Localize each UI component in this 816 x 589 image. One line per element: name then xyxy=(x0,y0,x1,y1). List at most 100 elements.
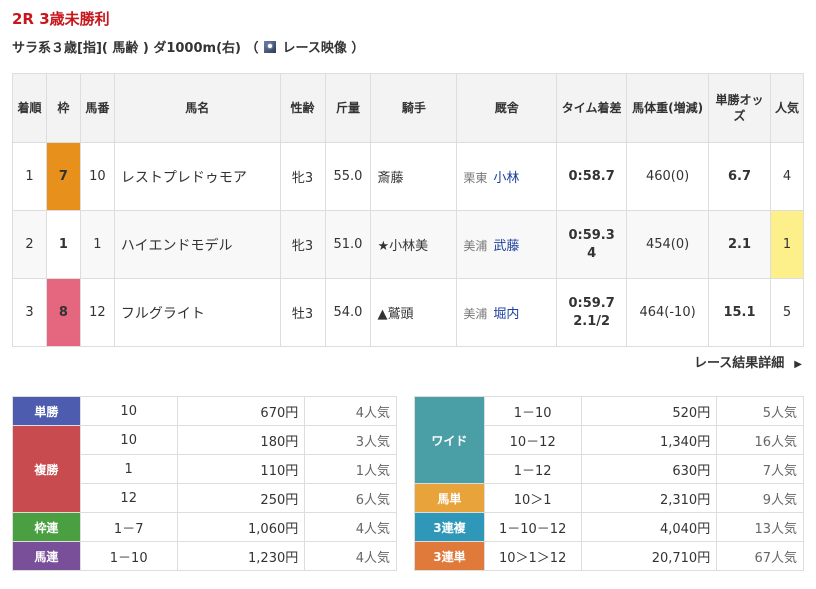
payout-popularity: 4人気 xyxy=(304,512,397,542)
payout-amount: 20,710円 xyxy=(580,541,718,571)
payout-row-uma: 馬連 1－10 1,230円 4人気 xyxy=(12,541,397,571)
video-icon[interactable] xyxy=(264,40,277,53)
payout-combo: 10－12 xyxy=(483,425,582,455)
conditions-text: サラ系３歳[指]( 馬齢 ) ダ1000m(右) （ xyxy=(12,41,259,56)
payout-popularity: 4人気 xyxy=(304,396,397,426)
payout-amount: 1,230円 xyxy=(176,541,306,571)
horse-name-link[interactable]: フルグライト xyxy=(113,278,281,347)
payout-popularity: 1人気 xyxy=(304,454,397,484)
bet-type-label: 馬単 xyxy=(414,483,485,513)
win-odds: 6.7 xyxy=(708,142,771,211)
win-odds: 15.1 xyxy=(708,278,771,347)
payout-row-wide: ワイド 1－10 520円 5人気 xyxy=(414,396,804,484)
header-time: タイム着差 xyxy=(556,73,628,143)
payout-popularity: 6人気 xyxy=(304,483,397,513)
payout-row-tan: 単勝 10 670円 4人気 xyxy=(12,396,397,426)
jockey-link[interactable]: ▲鷲頭 xyxy=(370,278,458,347)
header-waku: 枠 xyxy=(45,73,81,143)
bet-type-label: 馬連 xyxy=(12,541,81,571)
chevron-right-icon: ▶ xyxy=(794,359,802,370)
payout-popularity: 4人気 xyxy=(304,541,397,571)
trainer-cell: 美浦 堀内 xyxy=(456,278,558,347)
payout-amount: 630円 xyxy=(580,454,718,484)
horse-number: 10 xyxy=(79,142,115,211)
payout-popularity: 9人気 xyxy=(716,483,804,513)
horse-number: 12 xyxy=(79,278,115,347)
time-cell: 0:59.3 4 xyxy=(556,210,628,279)
payout-popularity: 13人気 xyxy=(716,512,804,542)
payout-amount: 1,340円 xyxy=(580,425,718,455)
trainer-link[interactable]: 武藤 xyxy=(493,239,519,254)
payout-popularity: 5人気 xyxy=(716,396,804,426)
margin: 2.1/2 xyxy=(573,313,611,329)
header-name: 馬名 xyxy=(113,73,281,143)
sex-age: 牝3 xyxy=(279,142,326,211)
time-cell: 0:58.7 xyxy=(556,142,628,211)
payout-amount: 180円 xyxy=(176,425,306,455)
trainer-area: 美浦 xyxy=(463,307,488,321)
header-jockey: 騎手 xyxy=(370,73,458,143)
sex-age: 牡3 xyxy=(279,278,326,347)
payout-row-waku: 枠連 1－7 1,060円 4人気 xyxy=(12,512,397,542)
race-conditions: サラ系３歳[指]( 馬齢 ) ダ1000m(右) （ レース映像 ） xyxy=(12,37,364,56)
payout-table-right: ワイド 1－10 520円 5人気 10－12 1,340円 16人気 1－12… xyxy=(414,396,804,571)
finish-time: 0:59.7 xyxy=(568,295,615,311)
close-paren: ） xyxy=(346,41,365,56)
body-weight: 460(0) xyxy=(626,142,710,211)
body-weight: 464(-10) xyxy=(626,278,710,347)
race-video-link[interactable]: レース映像 xyxy=(282,37,346,56)
jockey-link[interactable]: 斎藤 xyxy=(370,142,458,211)
sex-age: 牝3 xyxy=(279,210,326,279)
trainer-link[interactable]: 小林 xyxy=(493,171,519,186)
waku-badge: 7 xyxy=(45,142,81,211)
bet-type-label: 3連複 xyxy=(414,512,485,542)
payout-amount: 110円 xyxy=(176,454,306,484)
horse-number: 1 xyxy=(79,210,115,279)
rank: 1 xyxy=(12,142,47,211)
popularity: 1 xyxy=(769,210,805,279)
bet-type-label: 複勝 xyxy=(12,425,81,513)
payout-combo: 1－12 xyxy=(483,454,582,484)
popularity: 5 xyxy=(769,278,805,347)
carried-weight: 54.0 xyxy=(324,278,372,347)
finish-time: 0:58.7 xyxy=(568,168,615,184)
trainer-cell: 栗東 小林 xyxy=(456,142,558,211)
header-bodyweight: 馬体重(増減) xyxy=(626,73,710,143)
waku-badge: 1 xyxy=(45,210,81,279)
header-odds: 単勝オッズ xyxy=(708,73,771,143)
payout-row-sanrentan: 3連単 10＞1＞12 20,710円 67人気 xyxy=(414,541,804,571)
payout-amount: 520円 xyxy=(580,396,718,426)
result-row: 1 7 10 レストプレドゥモア 牝3 55.0 斎藤 栗東 小林 0:58.7 … xyxy=(12,142,805,211)
race-detail-link[interactable]: レース結果詳細 ▶ xyxy=(694,352,802,371)
trainer-link[interactable]: 堀内 xyxy=(493,307,519,322)
popularity: 4 xyxy=(769,142,805,211)
payout-popularity: 7人気 xyxy=(716,454,804,484)
payout-row-fuku: 複勝 10 180円 3人気 xyxy=(12,425,397,513)
horse-name-link[interactable]: レストプレドゥモア xyxy=(113,142,281,211)
time-cell: 0:59.7 2.1/2 xyxy=(556,278,628,347)
payout-combo: 1－7 xyxy=(79,512,178,542)
body-weight: 454(0) xyxy=(626,210,710,279)
result-table: 着順 枠 馬番 馬名 性齢 斤量 騎手 厩舎 タイム着差 馬体重(増減) 単勝オ… xyxy=(12,73,805,347)
trainer-area: 美浦 xyxy=(463,239,488,253)
result-header-row: 着順 枠 馬番 馬名 性齢 斤量 騎手 厩舎 タイム着差 馬体重(増減) 単勝オ… xyxy=(12,73,805,143)
header-rank: 着順 xyxy=(12,73,47,143)
margin: 4 xyxy=(587,245,597,261)
horse-name-link[interactable]: ハイエンドモデル xyxy=(113,210,281,279)
jockey-link[interactable]: ★小林美 xyxy=(370,210,458,279)
payout-combo: 1－10 xyxy=(79,541,178,571)
result-row: 2 1 1 ハイエンドモデル 牝3 51.0 ★小林美 美浦 武藤 0:59.3 4… xyxy=(12,210,805,279)
payout-popularity: 16人気 xyxy=(716,425,804,455)
header-uma: 馬番 xyxy=(79,73,115,143)
payout-combo: 10 xyxy=(79,396,178,426)
win-odds: 2.1 xyxy=(708,210,771,279)
payout-amount: 250円 xyxy=(176,483,306,513)
race-title: 2R 3歳未勝利 xyxy=(12,10,110,28)
payout-combo: 10 xyxy=(79,425,178,455)
race-detail-label[interactable]: レース結果詳細 xyxy=(694,356,784,371)
bet-type-label: 枠連 xyxy=(12,512,81,542)
payout-row-sanrenpuku: 3連複 1－10－12 4,040円 13人気 xyxy=(414,512,804,542)
trainer-cell: 美浦 武藤 xyxy=(456,210,558,279)
bet-type-label: ワイド xyxy=(414,396,485,484)
payout-combo: 10＞1＞12 xyxy=(483,541,582,571)
